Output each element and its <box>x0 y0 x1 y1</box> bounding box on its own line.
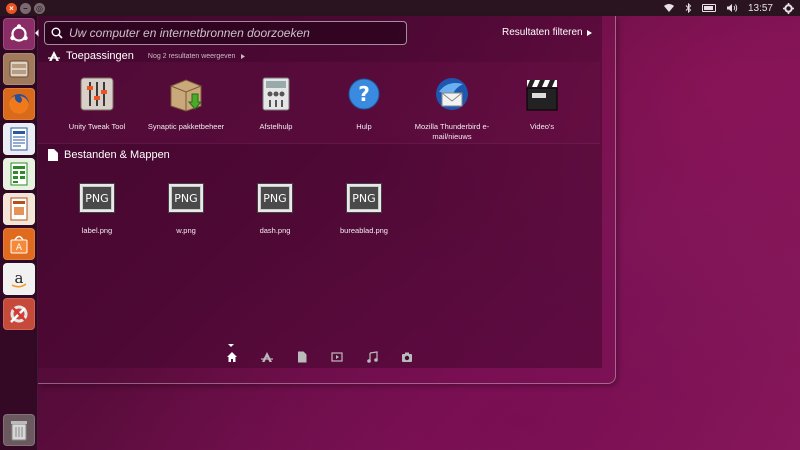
files-section-title: Bestanden & Mappen <box>64 149 170 161</box>
clock[interactable]: 13:57 <box>748 3 773 14</box>
file-tile[interactable]: PNG bureablad.png <box>316 178 412 236</box>
thunderbird-icon <box>432 74 472 114</box>
chevron-right-icon <box>241 53 246 59</box>
png-file-icon: PNG <box>166 178 206 218</box>
launcher-firefox[interactable] <box>3 88 35 120</box>
app-tile[interactable]: Mozilla Thunderbird e-mail/nieuws <box>404 74 500 142</box>
app-tile[interactable]: Synaptic pakketbeheer <box>138 74 234 132</box>
png-file-icon: PNG <box>255 178 295 218</box>
file-tile[interactable]: PNG w.png <box>138 178 234 236</box>
launcher: A a <box>0 16 39 450</box>
applications-icon[interactable] <box>260 351 273 363</box>
app-tile[interactable]: Afstelhulp <box>228 74 324 132</box>
package-box-icon <box>166 74 206 114</box>
files-icon <box>48 149 58 161</box>
launcher-dash-home[interactable] <box>3 18 35 50</box>
wifi-icon[interactable] <box>663 3 675 13</box>
files-icon[interactable] <box>296 351 308 363</box>
launcher-libreoffice-writer[interactable] <box>3 123 35 155</box>
system-tray: 13:57 <box>663 2 794 14</box>
volume-icon[interactable] <box>726 3 738 13</box>
chevron-right-icon <box>586 29 592 36</box>
file-type-badge: PNG <box>260 186 290 210</box>
search-icon <box>51 27 63 39</box>
svg-text:?: ? <box>358 82 370 106</box>
app-label: Afstelhulp <box>259 122 293 131</box>
applications-section-header: Toepassingen Nog 2 resultaten weergeven <box>48 50 246 62</box>
help-icon: ? <box>344 74 384 114</box>
top-panel: × – ◎ 13:57 <box>0 0 800 16</box>
photos-icon[interactable] <box>401 351 413 363</box>
ubuntu-logo-icon[interactable]: ◎ <box>34 2 45 14</box>
shopping-bag-icon: A <box>10 235 28 254</box>
svg-text:a: a <box>15 269 24 287</box>
app-tile[interactable]: ? Hulp <box>316 74 412 132</box>
applications-icon <box>48 50 60 61</box>
launcher-trash[interactable] <box>3 414 35 446</box>
launcher-software-center[interactable]: A <box>3 228 35 260</box>
file-tile[interactable]: PNG label.png <box>49 178 145 236</box>
search-input[interactable] <box>63 26 406 40</box>
app-label: Synaptic pakketbeheer <box>147 122 225 131</box>
app-tile[interactable]: Video's <box>494 74 590 132</box>
adjust-tool-icon <box>256 74 296 114</box>
video-icon[interactable] <box>330 351 343 363</box>
launcher-libreoffice-impress[interactable] <box>3 193 35 225</box>
tools-icon <box>10 305 28 323</box>
firefox-icon <box>9 94 29 114</box>
file-label: bureablad.png <box>340 226 388 235</box>
launcher-libreoffice-calc[interactable] <box>3 158 35 190</box>
ubuntu-logo-icon <box>10 24 28 42</box>
applications-section-title: Toepassingen <box>66 50 134 62</box>
file-cabinet-icon <box>9 60 29 78</box>
gear-icon[interactable] <box>783 2 794 14</box>
png-file-icon: PNG <box>77 178 117 218</box>
minimize-icon[interactable]: – <box>20 2 31 14</box>
file-tile[interactable]: PNG dash.png <box>227 178 323 236</box>
bluetooth-icon[interactable] <box>685 3 692 13</box>
battery-icon[interactable] <box>701 4 716 12</box>
app-label: Unity Tweak Tool <box>68 122 126 131</box>
show-more-results-link[interactable]: Nog 2 resultaten weergeven <box>148 53 236 60</box>
file-label: label.png <box>81 226 113 235</box>
file-label: dash.png <box>259 226 291 235</box>
launcher-system-settings[interactable] <box>3 298 35 330</box>
app-label: Mozilla Thunderbird e-mail/nieuws <box>414 122 490 141</box>
lens-bar <box>38 345 600 368</box>
app-label: Hulp <box>356 122 372 131</box>
png-file-icon: PNG <box>344 178 384 218</box>
filter-results-label: Resultaten filteren <box>502 27 583 38</box>
files-section-header: Bestanden & Mappen <box>48 149 170 161</box>
app-tile[interactable]: Unity Tweak Tool <box>49 74 145 132</box>
app-label: Video's <box>529 122 555 131</box>
music-icon[interactable] <box>366 350 378 363</box>
file-type-badge: PNG <box>171 186 201 210</box>
clapperboard-icon <box>522 74 562 114</box>
home-icon[interactable] <box>226 351 238 363</box>
svg-text:A: A <box>16 243 23 253</box>
window-controls: × – ◎ <box>6 2 45 14</box>
trash-icon <box>11 421 27 441</box>
amazon-icon: a <box>11 269 27 288</box>
calc-icon <box>10 162 28 186</box>
file-type-badge: PNG <box>82 186 112 210</box>
file-label: w.png <box>176 226 196 235</box>
tweak-sliders-icon <box>77 74 117 114</box>
launcher-files[interactable] <box>3 53 35 85</box>
search-box[interactable] <box>44 21 407 45</box>
launcher-amazon[interactable]: a <box>3 263 35 295</box>
file-type-badge: PNG <box>349 186 379 210</box>
impress-icon <box>10 197 28 221</box>
close-icon[interactable]: × <box>6 2 17 14</box>
filter-results-button[interactable]: Resultaten filteren <box>502 27 592 38</box>
writer-icon <box>10 127 28 151</box>
